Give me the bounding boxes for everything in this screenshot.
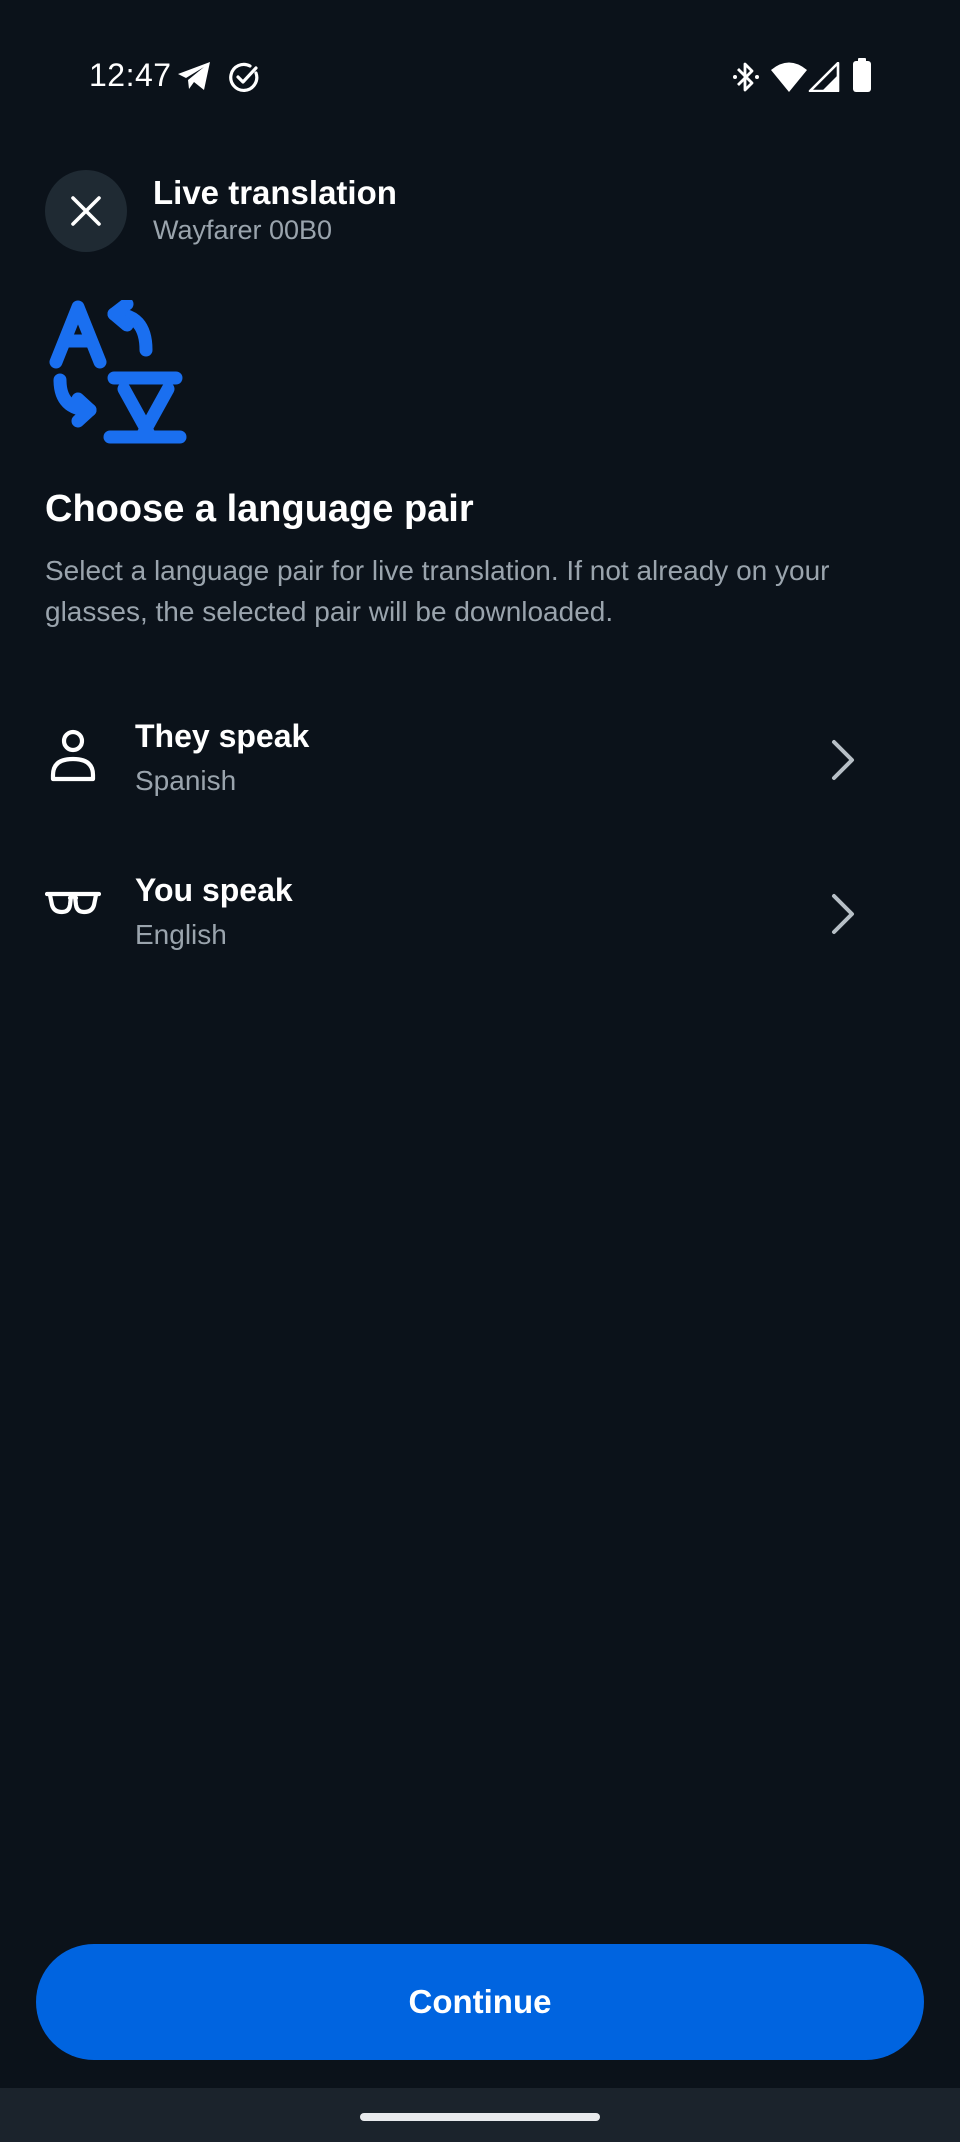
they-speak-value: Spanish bbox=[135, 765, 237, 796]
telegram-icon bbox=[178, 62, 210, 90]
bluetooth-icon bbox=[733, 62, 759, 92]
they-speak-row[interactable]: They speak Spanish bbox=[0, 683, 960, 833]
you-speak-row[interactable]: You speak English bbox=[0, 837, 960, 987]
glasses-icon bbox=[45, 891, 101, 915]
wifi-icon bbox=[771, 62, 807, 92]
you-speak-value: English bbox=[135, 919, 227, 950]
close-icon bbox=[71, 196, 101, 226]
status-time: 12:47 bbox=[89, 57, 172, 93]
check-circle-icon bbox=[229, 62, 259, 92]
status-bar: 12:47 bbox=[0, 0, 960, 150]
you-speak-label: You speak bbox=[135, 872, 293, 908]
chevron-right-icon bbox=[832, 894, 854, 934]
page-title: Live translation bbox=[153, 174, 397, 211]
chevron-right-icon bbox=[832, 740, 854, 780]
device-name: Wayfarer 00B0 bbox=[153, 215, 333, 245]
person-icon bbox=[50, 729, 96, 782]
they-speak-label: They speak bbox=[135, 718, 310, 754]
home-indicator[interactable] bbox=[360, 2113, 600, 2121]
section-description: Select a language pair for live translat… bbox=[45, 555, 830, 627]
signal-icon bbox=[808, 62, 840, 92]
close-button[interactable] bbox=[45, 170, 127, 252]
continue-button[interactable]: Continue bbox=[36, 1944, 924, 2060]
live-translation-screen: 12:47 Live translation Wayfarer 00B0 Cho… bbox=[0, 0, 960, 2142]
battery-icon bbox=[853, 58, 871, 92]
translate-icon bbox=[49, 300, 187, 444]
section-title: Choose a language pair bbox=[45, 488, 474, 530]
